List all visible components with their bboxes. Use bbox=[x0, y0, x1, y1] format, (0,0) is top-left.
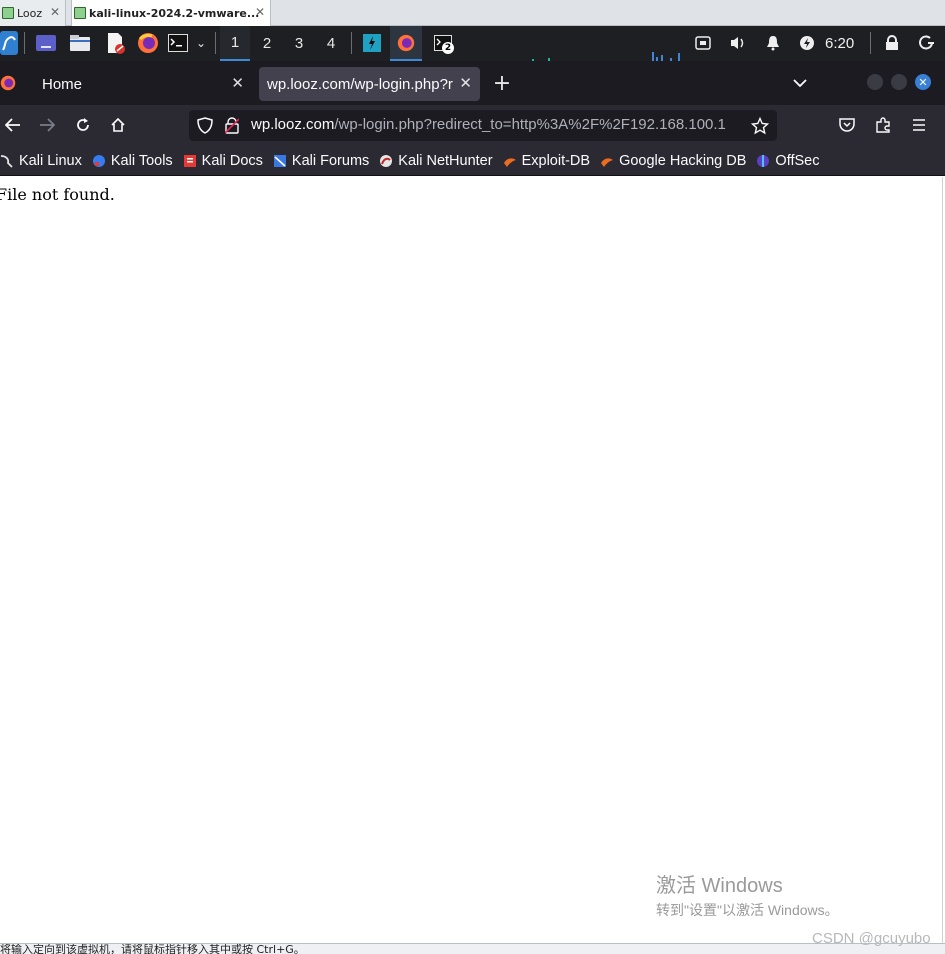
status-text: 将输入定向到该虚拟机，请将鼠标指针移入其中或按 Ctrl+G。 bbox=[0, 943, 305, 954]
power-manager-icon[interactable] bbox=[796, 31, 818, 55]
vmware-tab-looz[interactable]: Looz ✕ bbox=[0, 0, 66, 26]
chevron-down-icon[interactable]: ⌄ bbox=[193, 31, 209, 55]
terminal-launcher-icon[interactable] bbox=[167, 31, 189, 55]
tracking-protection-shield-icon[interactable] bbox=[197, 117, 213, 138]
bookmark-label: Kali Forums bbox=[291, 152, 370, 169]
vmware-status-bar: 将输入定向到该虚拟机，请将鼠标指针移入其中或按 Ctrl+G。 bbox=[0, 943, 945, 954]
lock-screen-icon[interactable] bbox=[882, 31, 902, 55]
kali-menu-icon[interactable] bbox=[0, 31, 18, 55]
vm-icon bbox=[74, 7, 86, 19]
back-button[interactable] bbox=[0, 113, 26, 137]
kali-docs-icon bbox=[183, 154, 196, 167]
pocket-icon[interactable] bbox=[834, 113, 860, 137]
terminal-task-icon[interactable]: 2 bbox=[430, 31, 456, 55]
vmware-tab-label: Looz bbox=[17, 6, 43, 20]
bookmark-label: Kali Linux bbox=[19, 152, 82, 169]
exploit-db-icon bbox=[503, 157, 516, 167]
file-manager-icon[interactable] bbox=[68, 31, 92, 55]
bookmark-label: Kali NetHunter bbox=[398, 152, 493, 169]
ghdb-icon bbox=[601, 157, 614, 167]
browser-tab-strip: Home ✕ wp.looz.com/wp-login.php?r ✕ + bbox=[0, 61, 945, 105]
windows-activation-notice: 激活 Windows 转到"设置"以激活 Windows。 bbox=[656, 869, 839, 920]
insecure-lock-icon[interactable] bbox=[224, 117, 240, 138]
close-window-button[interactable]: ✕ bbox=[915, 74, 931, 90]
text-editor-icon[interactable] bbox=[103, 31, 127, 55]
page-content: File not found. 激活 Windows 转到"设置"以激活 Win… bbox=[0, 177, 943, 943]
vmware-tab-kali[interactable]: kali-linux-2024.2-vmware... ✕ bbox=[71, 0, 271, 26]
clock[interactable]: 6:20 bbox=[825, 26, 854, 61]
burp-task-icon[interactable] bbox=[362, 31, 382, 55]
kali-forums-icon bbox=[273, 154, 286, 167]
forward-button[interactable] bbox=[34, 113, 60, 137]
home-button[interactable] bbox=[105, 113, 131, 137]
firefox-task-icon[interactable] bbox=[390, 26, 422, 61]
separator bbox=[215, 32, 216, 54]
url-path: /wp-login.php?redirect_to=http%3A%2F%2F1… bbox=[334, 116, 726, 133]
firefox-view-icon[interactable] bbox=[0, 73, 16, 93]
bookmark-kali-linux[interactable]: Kali Linux bbox=[0, 153, 82, 169]
bookmark-label: Google Hacking DB bbox=[619, 152, 747, 169]
vmware-tab-bar: Looz ✕ kali-linux-2024.2-vmware... ✕ bbox=[0, 0, 945, 26]
network-icon[interactable] bbox=[692, 31, 714, 55]
minimize-window-button[interactable] bbox=[867, 74, 883, 90]
kali-tools-icon bbox=[92, 154, 105, 167]
bookmark-label: OffSec bbox=[775, 152, 820, 169]
workspace-4[interactable]: 4 bbox=[316, 26, 346, 61]
maximize-window-button[interactable] bbox=[891, 74, 907, 90]
tab-label: Home bbox=[42, 75, 83, 93]
window-count-badge: 2 bbox=[442, 42, 454, 54]
kali-panel: ⌄ 1 2 3 4 2 6:20 bbox=[0, 26, 945, 61]
kali-dragon-icon bbox=[0, 154, 13, 168]
bookmark-star-icon[interactable] bbox=[749, 115, 771, 137]
firefox-launcher-icon[interactable] bbox=[136, 31, 160, 55]
separator bbox=[24, 32, 25, 54]
activation-title: 激活 Windows bbox=[656, 875, 783, 897]
bookmark-exploit-db[interactable]: Exploit-DB bbox=[503, 152, 591, 169]
bookmark-kali-docs[interactable]: Kali Docs bbox=[183, 153, 263, 169]
bookmark-kali-nethunter[interactable]: Kali NetHunter bbox=[379, 152, 493, 169]
workspace-2[interactable]: 2 bbox=[252, 26, 282, 61]
separator bbox=[351, 32, 352, 54]
url-host: wp.looz.com bbox=[251, 116, 335, 133]
bookmark-label: Kali Docs bbox=[201, 152, 263, 169]
activation-subtitle: 转到"设置"以激活 Windows。 bbox=[656, 902, 839, 918]
show-desktop-icon[interactable] bbox=[34, 31, 58, 55]
list-all-tabs-icon[interactable] bbox=[790, 71, 810, 95]
separator bbox=[870, 32, 871, 54]
vmware-tab-label: kali-linux-2024.2-vmware... bbox=[89, 6, 260, 20]
error-message: File not found. bbox=[0, 185, 115, 204]
vm-icon bbox=[2, 7, 14, 19]
logout-icon[interactable] bbox=[916, 31, 938, 55]
volume-icon[interactable] bbox=[727, 31, 749, 55]
cpu-graph bbox=[530, 26, 690, 61]
bookmarks-toolbar: Kali Linux Kali Tools Kali Docs Kali For… bbox=[0, 146, 945, 176]
notification-bell-icon[interactable] bbox=[762, 31, 784, 55]
tab-home[interactable]: Home ✕ bbox=[30, 67, 252, 101]
workspace-3[interactable]: 3 bbox=[284, 26, 314, 61]
new-tab-icon[interactable]: + bbox=[492, 71, 512, 96]
extensions-icon[interactable] bbox=[870, 113, 896, 137]
url-bar[interactable]: wp.looz.com/wp-login.php?redirect_to=htt… bbox=[189, 110, 777, 141]
url-text[interactable]: wp.looz.com/wp-login.php?redirect_to=htt… bbox=[251, 116, 726, 133]
bookmark-label: Exploit-DB bbox=[521, 152, 591, 169]
nethunter-icon bbox=[380, 154, 393, 167]
workspace-1[interactable]: 1 bbox=[220, 26, 250, 61]
bookmark-kali-tools[interactable]: Kali Tools bbox=[92, 153, 173, 169]
bookmark-google-hacking-db[interactable]: Google Hacking DB bbox=[600, 153, 746, 169]
bookmark-offsec[interactable]: OffSec bbox=[756, 153, 819, 169]
tab-wp-login[interactable]: wp.looz.com/wp-login.php?r ✕ bbox=[259, 67, 480, 101]
close-icon[interactable]: ✕ bbox=[255, 5, 265, 19]
close-tab-icon[interactable]: ✕ bbox=[231, 74, 244, 92]
reload-button[interactable] bbox=[70, 113, 96, 137]
tab-label: wp.looz.com/wp-login.php?r bbox=[267, 75, 453, 93]
navigation-toolbar: wp.looz.com/wp-login.php?redirect_to=htt… bbox=[0, 105, 945, 146]
close-icon[interactable]: ✕ bbox=[50, 5, 60, 19]
bookmark-label: Kali Tools bbox=[110, 152, 173, 169]
close-tab-icon[interactable]: ✕ bbox=[455, 74, 472, 92]
offsec-icon bbox=[757, 154, 770, 167]
app-menu-icon[interactable] bbox=[906, 113, 932, 137]
csdn-watermark: CSDN @gcuyubo bbox=[812, 930, 931, 947]
bookmark-kali-forums[interactable]: Kali Forums bbox=[273, 153, 369, 169]
